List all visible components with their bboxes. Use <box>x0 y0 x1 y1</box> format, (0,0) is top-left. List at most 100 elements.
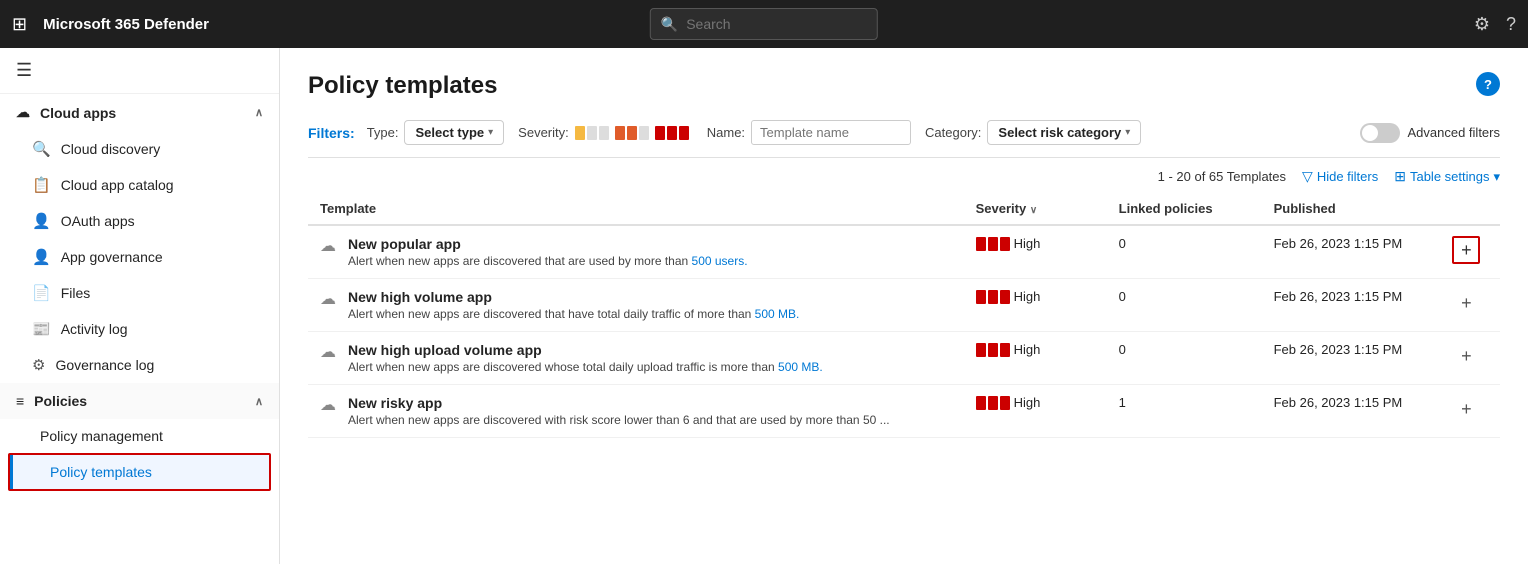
severity-bars <box>976 290 1010 304</box>
advanced-filters-label: Advanced filters <box>1408 125 1501 140</box>
sidebar-item-policy-templates[interactable]: Policy templates <box>10 455 269 489</box>
sidebar-subitem-label: Policy templates <box>50 464 152 480</box>
severity-high-button[interactable] <box>655 126 689 140</box>
sev-bar-3 <box>1000 237 1010 251</box>
cloud-discovery-icon: 🔍 <box>32 140 51 158</box>
col-header-severity[interactable]: Severity ∨ <box>964 193 1107 225</box>
add-policy-button[interactable]: + <box>1452 395 1480 423</box>
cloud-apps-label: Cloud apps <box>40 105 116 121</box>
template-icon: ☁ <box>320 395 336 415</box>
sidebar-item-governance-log[interactable]: ⚙ Governance log <box>0 347 279 383</box>
settings-button[interactable]: ⚙ <box>1474 14 1490 35</box>
sev-bar-1 <box>976 396 986 410</box>
desc-link[interactable]: 500 users. <box>692 254 748 268</box>
template-icon: ☁ <box>320 289 336 309</box>
hide-filters-button[interactable]: ▽ Hide filters <box>1302 168 1378 185</box>
chevron-up-icon: ∧ <box>255 106 263 119</box>
sidebar-item-files[interactable]: 📄 Files <box>0 275 279 311</box>
table-row: ☁ New high volume app Alert when new app… <box>308 279 1500 332</box>
table-settings-button[interactable]: ⊞ Table settings ▾ <box>1394 168 1500 185</box>
sidebar-item-cloud-app-catalog[interactable]: 📋 Cloud app catalog <box>0 167 279 203</box>
governance-icon: 👤 <box>32 248 51 266</box>
advanced-filters-toggle[interactable] <box>1360 123 1400 143</box>
policy-templates-box: Policy templates <box>8 453 271 491</box>
page-title: Policy templates <box>308 72 497 100</box>
linked-count: 0 <box>1119 289 1126 304</box>
severity-bars <box>976 237 1010 251</box>
template-icon: ☁ <box>320 236 336 256</box>
table-icon: ⊞ <box>1394 168 1406 185</box>
table-settings-label: Table settings <box>1410 169 1490 184</box>
search-bar[interactable]: 🔍 <box>650 8 878 40</box>
sidebar-item-cloud-discovery[interactable]: 🔍 Cloud discovery <box>0 131 279 167</box>
table-count: 1 - 20 of 65 Templates <box>1158 169 1286 184</box>
type-select-button[interactable]: Select type ▾ <box>404 120 504 145</box>
sidebar-item-label: App governance <box>61 249 163 265</box>
sidebar-item-app-governance[interactable]: 👤 App governance <box>0 239 279 275</box>
sev-sq-5 <box>627 126 637 140</box>
severity-low-button[interactable] <box>575 126 609 140</box>
desc-link[interactable]: 500 MB. <box>755 307 800 321</box>
sev-sq-7 <box>655 126 665 140</box>
col-header-linked: Linked policies <box>1107 193 1262 225</box>
sidebar-item-label: Cloud app catalog <box>61 177 174 193</box>
col-header-published: Published <box>1262 193 1441 225</box>
sev-bar-3 <box>1000 343 1010 357</box>
grid-icon[interactable]: ⊞ <box>12 14 27 35</box>
add-policy-button[interactable]: + <box>1452 289 1480 317</box>
severity-medium-button[interactable] <box>615 126 649 140</box>
sidebar-item-policy-management[interactable]: Policy management <box>0 419 279 453</box>
linked-count: 1 <box>1119 395 1126 410</box>
sev-sq-6 <box>639 126 649 140</box>
severity-filter: Severity: <box>518 125 693 140</box>
sidebar-item-oauth-apps[interactable]: 👤 OAuth apps <box>0 203 279 239</box>
template-icon: ☁ <box>320 342 336 362</box>
table-row: ☁ New risky app Alert when new apps are … <box>308 385 1500 438</box>
policies-label: Policies <box>34 393 87 409</box>
chevron-up-icon: ∧ <box>255 395 263 408</box>
template-name: New risky app <box>348 395 890 411</box>
name-input[interactable] <box>751 120 911 145</box>
sev-bar-1 <box>976 237 986 251</box>
severity-label: Severity: <box>518 125 569 140</box>
sev-bar-1 <box>976 343 986 357</box>
sidebar-item-label: Governance log <box>55 357 154 373</box>
desc-link[interactable]: 500 MB. <box>778 360 823 374</box>
chevron-down-icon: ▾ <box>1125 127 1130 138</box>
policies-icon: ≡ <box>16 393 24 409</box>
severity-label: High <box>1014 342 1041 357</box>
table-row: ☁ New high upload volume app Alert when … <box>308 332 1500 385</box>
add-policy-button[interactable]: + <box>1452 236 1480 264</box>
category-value: Select risk category <box>998 125 1121 140</box>
catalog-icon: 📋 <box>32 176 51 194</box>
sev-bar-2 <box>988 290 998 304</box>
sev-sq-1 <box>575 126 585 140</box>
published-date: Feb 26, 2023 1:15 PM <box>1274 342 1403 357</box>
main-layout: ☰ ☁ Cloud apps ∧ 🔍 Cloud discovery 📋 Clo… <box>0 48 1528 564</box>
files-icon: 📄 <box>32 284 51 302</box>
policy-templates-table: Template Severity ∨ Linked policies Publ… <box>308 193 1500 438</box>
filters-bar: Filters: Type: Select type ▾ Severity: <box>308 120 1500 145</box>
type-filter: Type: Select type ▾ <box>367 120 504 145</box>
sidebar-section-policies[interactable]: ≡ Policies ∧ <box>0 383 279 419</box>
hamburger-button[interactable]: ☰ <box>0 48 279 94</box>
chevron-down-icon: ▾ <box>1493 169 1500 185</box>
col-header-template: Template <box>308 193 964 225</box>
name-label: Name: <box>707 125 745 140</box>
severity-badge: High <box>976 236 1095 251</box>
help-icon[interactable]: ? <box>1476 72 1500 96</box>
search-input[interactable] <box>686 16 867 32</box>
sidebar-subitem-label: Policy management <box>40 428 163 444</box>
search-icon: 🔍 <box>661 16 678 33</box>
sidebar-section-cloud-apps[interactable]: ☁ Cloud apps ∧ <box>0 94 279 131</box>
sev-bar-2 <box>988 396 998 410</box>
help-button[interactable]: ? <box>1506 14 1516 35</box>
sidebar: ☰ ☁ Cloud apps ∧ 🔍 Cloud discovery 📋 Clo… <box>0 48 280 564</box>
severity-badge: High <box>976 289 1095 304</box>
add-policy-button[interactable]: + <box>1452 342 1480 370</box>
category-select-button[interactable]: Select risk category ▾ <box>987 120 1141 145</box>
name-filter: Name: <box>707 120 911 145</box>
sidebar-item-label: Cloud discovery <box>61 141 161 157</box>
severity-badge: High <box>976 395 1095 410</box>
sidebar-item-activity-log[interactable]: 📰 Activity log <box>0 311 279 347</box>
